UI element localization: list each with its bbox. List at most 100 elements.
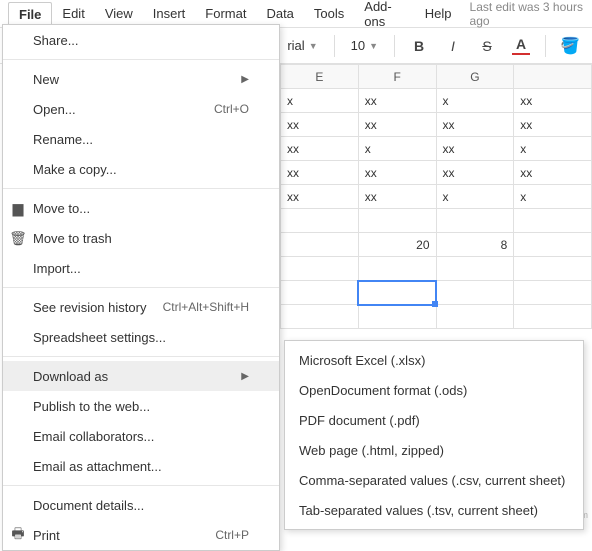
menu-item-label: See revision history xyxy=(33,300,146,315)
menu-shortcut: Ctrl+Alt+Shift+H xyxy=(163,300,249,314)
font-family-value: rial xyxy=(287,38,304,53)
cell[interactable]: xx xyxy=(358,185,436,209)
menu-item-label: Document details... xyxy=(33,498,144,513)
download-option[interactable]: Web page (.html, zipped) xyxy=(285,435,583,465)
cell[interactable]: xx xyxy=(514,113,592,137)
strikethrough-button[interactable]: S xyxy=(473,32,501,60)
download-option[interactable]: Microsoft Excel (.xlsx) xyxy=(285,345,583,375)
cell[interactable]: xx xyxy=(514,161,592,185)
cell[interactable] xyxy=(358,281,436,305)
download-option[interactable]: Comma-separated values (.csv, current sh… xyxy=(285,465,583,495)
column-header[interactable] xyxy=(514,65,592,89)
cell[interactable]: xx xyxy=(281,137,359,161)
cell[interactable]: xx xyxy=(281,185,359,209)
cell[interactable]: x xyxy=(436,185,514,209)
cell[interactable]: x xyxy=(358,137,436,161)
cell[interactable] xyxy=(281,257,359,281)
cell[interactable]: xx xyxy=(358,161,436,185)
menu-separator xyxy=(3,59,279,60)
cell[interactable]: xx xyxy=(514,89,592,113)
menu-tools[interactable]: Tools xyxy=(304,2,354,25)
bold-button[interactable]: B xyxy=(405,32,433,60)
menu-item-label: Open... xyxy=(33,102,76,117)
cell[interactable] xyxy=(514,209,592,233)
download-option[interactable]: Tab-separated values (.tsv, current shee… xyxy=(285,495,583,525)
menu-item-download-as[interactable]: Download as▶ xyxy=(3,361,279,391)
cell[interactable]: 20 xyxy=(358,233,436,257)
download-option[interactable]: OpenDocument format (.ods) xyxy=(285,375,583,405)
cell[interactable]: xx xyxy=(358,89,436,113)
menu-item-label: Email as attachment... xyxy=(33,459,162,474)
font-size-select[interactable]: 10 ▼ xyxy=(345,34,384,57)
cell[interactable] xyxy=(436,305,514,329)
cell[interactable] xyxy=(436,257,514,281)
cell[interactable] xyxy=(358,209,436,233)
menu-separator xyxy=(3,356,279,357)
menu-item-import[interactable]: Import... xyxy=(3,253,279,283)
font-family-select[interactable]: rial ▼ xyxy=(281,34,323,57)
menu-item-new[interactable]: New▶ xyxy=(3,64,279,94)
menu-item-spreadsheet-settings[interactable]: Spreadsheet settings... xyxy=(3,322,279,352)
menu-help[interactable]: Help xyxy=(415,2,462,25)
menu-separator xyxy=(3,287,279,288)
cell[interactable]: xx xyxy=(358,113,436,137)
cell[interactable] xyxy=(281,233,359,257)
spreadsheet-grid[interactable]: EFGxxxxxxxxxxxxxxxxxxxxxxxxxxxxxxxxxx208 xyxy=(280,64,592,329)
cell[interactable]: xx xyxy=(281,113,359,137)
menu-separator xyxy=(3,485,279,486)
menu-item-document-details[interactable]: Document details... xyxy=(3,490,279,520)
cell[interactable] xyxy=(281,209,359,233)
cell[interactable] xyxy=(436,281,514,305)
cell[interactable]: 8 xyxy=(436,233,514,257)
cell[interactable] xyxy=(514,233,592,257)
divider xyxy=(545,35,546,57)
menu-file[interactable]: File xyxy=(8,2,52,26)
download-option[interactable]: PDF document (.pdf) xyxy=(285,405,583,435)
cell[interactable]: x xyxy=(436,89,514,113)
menu-item-rename[interactable]: Rename... xyxy=(3,124,279,154)
menu-item-email-as-attachment[interactable]: Email as attachment... xyxy=(3,451,279,481)
cell[interactable]: x xyxy=(514,137,592,161)
cell[interactable]: xx xyxy=(436,161,514,185)
fill-color-button[interactable]: 🪣 xyxy=(556,32,584,60)
column-header[interactable]: F xyxy=(358,65,436,89)
text-color-icon: A xyxy=(512,36,530,55)
submenu-arrow-icon: ▶ xyxy=(241,74,249,85)
menu-view[interactable]: View xyxy=(95,2,143,25)
cell[interactable] xyxy=(281,281,359,305)
cell[interactable]: xx xyxy=(436,113,514,137)
cell[interactable] xyxy=(358,305,436,329)
caret-down-icon: ▼ xyxy=(369,41,378,51)
menu-data[interactable]: Data xyxy=(256,2,303,25)
menu-item-open[interactable]: Open...Ctrl+O xyxy=(3,94,279,124)
divider xyxy=(334,35,335,57)
menu-addons[interactable]: Add-ons xyxy=(354,0,415,33)
menu-item-move-to[interactable]: ▆Move to... xyxy=(3,193,279,223)
menu-item-print[interactable]: 🖶PrintCtrl+P xyxy=(3,520,279,550)
menu-insert[interactable]: Insert xyxy=(143,2,196,25)
menu-edit[interactable]: Edit xyxy=(52,2,94,25)
cell[interactable] xyxy=(436,209,514,233)
cell[interactable]: x xyxy=(281,89,359,113)
cell[interactable] xyxy=(514,305,592,329)
text-color-button[interactable]: A xyxy=(507,32,535,60)
menu-item-label: Rename... xyxy=(33,132,93,147)
cell[interactable] xyxy=(514,281,592,305)
column-header[interactable]: G xyxy=(436,65,514,89)
cell[interactable]: xx xyxy=(436,137,514,161)
cell[interactable] xyxy=(281,305,359,329)
italic-button[interactable]: I xyxy=(439,32,467,60)
menu-item-see-revision-history[interactable]: See revision history Ctrl+Alt+Shift+H xyxy=(3,292,279,322)
menu-format[interactable]: Format xyxy=(195,2,256,25)
cell[interactable]: xx xyxy=(281,161,359,185)
menu-item-share[interactable]: Share... xyxy=(3,25,279,55)
menu-item-publish-to-the-web[interactable]: Publish to the web... xyxy=(3,391,279,421)
cell[interactable] xyxy=(514,257,592,281)
menu-item-move-to-trash[interactable]: 🗑Move to trash xyxy=(3,223,279,253)
last-edit-status[interactable]: Last edit was 3 hours ago xyxy=(470,0,584,28)
menu-item-make-a-copy[interactable]: Make a copy... xyxy=(3,154,279,184)
cell[interactable] xyxy=(358,257,436,281)
menu-item-email-collaborators[interactable]: Email collaborators... xyxy=(3,421,279,451)
cell[interactable]: x xyxy=(514,185,592,209)
column-header[interactable]: E xyxy=(281,65,359,89)
